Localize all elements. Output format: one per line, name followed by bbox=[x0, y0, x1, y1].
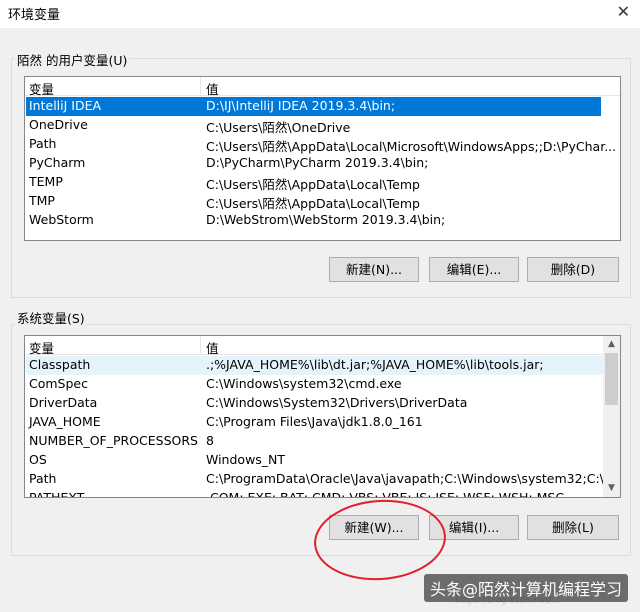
system-vars-label: 系统变量(S) bbox=[15, 308, 87, 327]
variable-name: OS bbox=[29, 452, 47, 467]
user-edit-button[interactable]: 编辑(E)... bbox=[429, 257, 519, 282]
variable-value: C:\Windows\System32\Drivers\DriverData bbox=[206, 395, 468, 410]
window-title: 环境变量 bbox=[8, 8, 61, 23]
variable-name: OneDrive bbox=[29, 117, 88, 132]
variable-value: .;%JAVA_HOME%\lib\dt.jar;%JAVA_HOME%\lib… bbox=[206, 357, 544, 372]
system-delete-button[interactable]: 删除(L) bbox=[527, 515, 619, 540]
variable-name: TMP bbox=[29, 193, 55, 208]
variable-value: C:\Users\陌然\AppData\Local\Microsoft\Wind… bbox=[206, 139, 617, 154]
variable-name: ComSpec bbox=[29, 376, 88, 391]
column-divider[interactable] bbox=[200, 77, 201, 96]
variable-name: JAVA_HOME bbox=[29, 414, 101, 429]
close-icon[interactable]: ✕ bbox=[617, 2, 630, 21]
variable-name: WebStorm bbox=[29, 212, 94, 227]
system-edit-button[interactable]: 编辑(I)... bbox=[429, 515, 519, 540]
variable-name: NUMBER_OF_PROCESSORS bbox=[29, 433, 198, 448]
user-new-button[interactable]: 新建(N)... bbox=[329, 257, 419, 282]
scroll-down-icon[interactable]: ▼ bbox=[603, 480, 620, 497]
variable-value: C:\Users\陌然\AppData\Local\Temp bbox=[206, 196, 420, 211]
variable-value: C:\Windows\system32\cmd.exe bbox=[206, 376, 402, 391]
variable-name: Classpath bbox=[29, 357, 91, 372]
variable-name: DriverData bbox=[29, 395, 98, 410]
variable-value: C:\Users\陌然\OneDrive bbox=[206, 120, 351, 135]
variable-value: D:\IJ\IntelliJ IDEA 2019.3.4\bin; bbox=[206, 98, 396, 113]
variable-name: IntelliJ IDEA bbox=[29, 98, 102, 113]
list-header: 变量 值 bbox=[25, 336, 620, 357]
system-vars-list[interactable]: 变量 值 Classpath .;%JAVA_HOME%\lib\dt.jar;… bbox=[24, 335, 621, 498]
list-header: 变量 值 bbox=[25, 77, 620, 98]
variable-value: 8 bbox=[206, 433, 214, 448]
variable-name: Path bbox=[29, 136, 57, 151]
variable-value: C:\Users\陌然\AppData\Local\Temp bbox=[206, 177, 420, 192]
variable-value: .COM;.EXE;.BAT;.CMD;.VBS;.VBE;.JS;.JSE;.… bbox=[206, 490, 565, 498]
column-header-variable[interactable]: 变量 bbox=[29, 338, 54, 357]
scroll-thumb[interactable] bbox=[605, 353, 618, 405]
variable-value: C:\ProgramData\Oracle\Java\javapath;C:\W… bbox=[206, 471, 621, 486]
column-header-value[interactable]: 值 bbox=[206, 79, 219, 98]
system-new-button[interactable]: 新建(W)... bbox=[329, 515, 419, 540]
scroll-up-icon[interactable]: ▲ bbox=[603, 336, 620, 353]
user-delete-button[interactable]: 删除(D) bbox=[527, 257, 619, 282]
vertical-scrollbar[interactable]: ▲ ▼ bbox=[603, 336, 620, 497]
user-vars-list[interactable]: 变量 值 IntelliJ IDEA D:\IJ\IntelliJ IDEA 2… bbox=[24, 76, 621, 241]
column-header-value[interactable]: 值 bbox=[206, 338, 219, 357]
variable-name: TEMP bbox=[29, 174, 63, 189]
watermark: 头条@陌然计算机编程学习 bbox=[423, 574, 628, 602]
column-divider[interactable] bbox=[200, 336, 201, 355]
column-header-variable[interactable]: 变量 bbox=[29, 79, 54, 98]
variable-value: Windows_NT bbox=[206, 452, 286, 467]
variable-value: C:\Program Files\Java\jdk1.8.0_161 bbox=[206, 414, 423, 429]
variable-value: D:\PyCharm\PyCharm 2019.3.4\bin; bbox=[206, 155, 429, 170]
variable-name: PyCharm bbox=[29, 155, 86, 170]
variable-name: Path bbox=[29, 471, 57, 486]
variable-value: D:\WebStrom\WebStorm 2019.3.4\bin; bbox=[206, 212, 446, 227]
title-bar: 环境变量 ✕ bbox=[0, 0, 640, 28]
table-row[interactable]: Classpath .;%JAVA_HOME%\lib\dt.jar;%JAVA… bbox=[26, 356, 603, 375]
variable-name: PATHEXT bbox=[29, 490, 85, 498]
table-row[interactable]: IntelliJ IDEA D:\IJ\IntelliJ IDEA 2019.3… bbox=[26, 97, 601, 116]
user-vars-label: 陌然 的用户变量(U) bbox=[15, 50, 130, 69]
